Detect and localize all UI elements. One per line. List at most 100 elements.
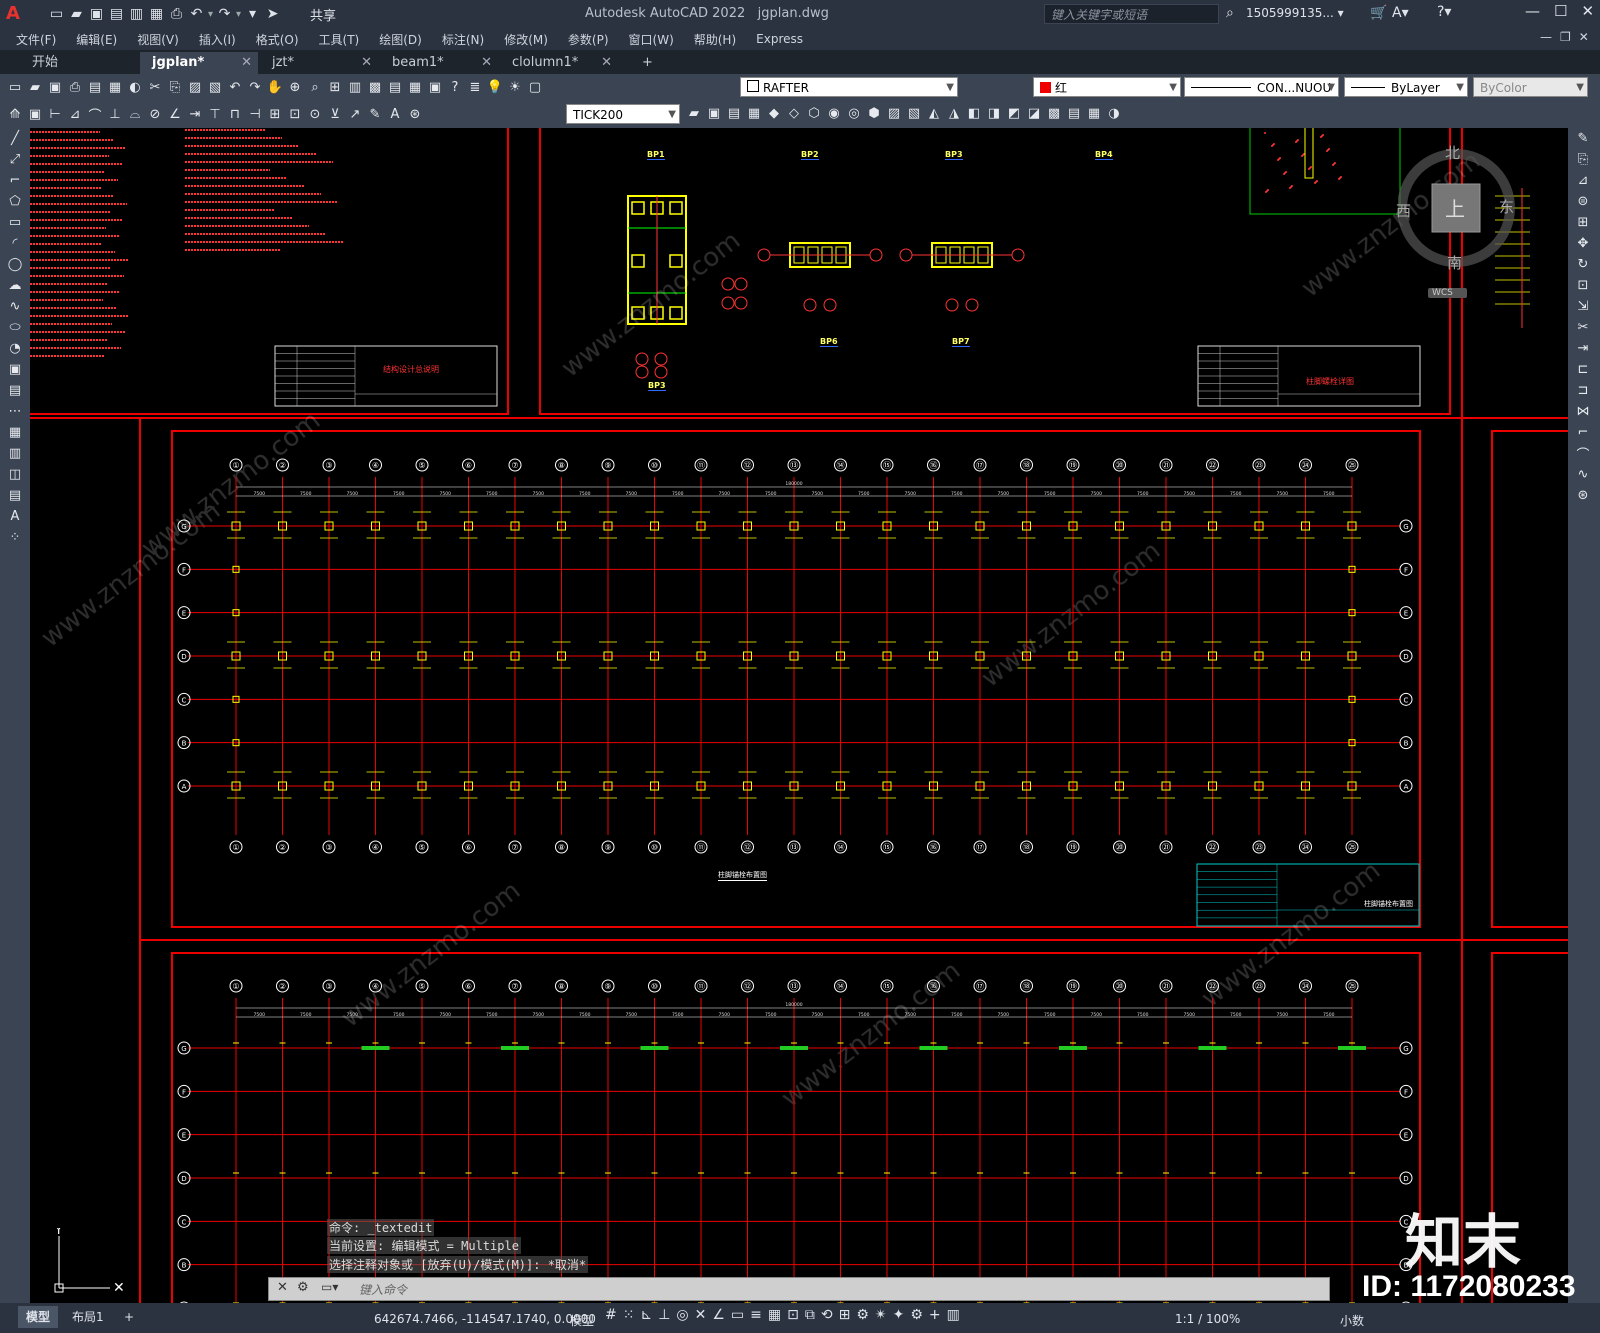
undo-icon[interactable]: ↶ (226, 79, 244, 97)
close-icon[interactable]: ✕ (361, 52, 372, 74)
menu-format[interactable]: 格式(O) (246, 31, 309, 48)
3d-wedge-icon[interactable]: ◇ (785, 104, 803, 122)
command-input[interactable]: ✕ ⚙ ▭▾ 键入命令 (268, 1277, 1330, 1301)
tab-start[interactable]: 开始 (20, 52, 140, 74)
loft-icon[interactable]: ◮ (945, 104, 963, 122)
publish-icon[interactable]: ▦ (106, 79, 124, 97)
viewcube-east[interactable]: 东 (1499, 196, 1514, 217)
fillet-icon[interactable]: ⌒ (1568, 443, 1598, 464)
center-mark-icon[interactable]: ⊙ (306, 106, 324, 124)
layer-lock-icon[interactable]: ▢ (526, 79, 544, 97)
gizmo-icon[interactable]: ⚙ (856, 1307, 869, 1323)
viewcube[interactable]: 北 南 东 西 上 WCS (1396, 144, 1538, 298)
new-tab-button[interactable]: + (630, 52, 660, 74)
print-icon[interactable]: ⎙ (168, 6, 185, 23)
line-icon[interactable]: ╱ (0, 128, 30, 149)
menu-draw[interactable]: 绘图(D) (369, 31, 432, 48)
doc-restore-icon[interactable]: ❐ (1560, 30, 1571, 44)
snap-icon[interactable]: ⁙ (623, 1307, 635, 1323)
annotation-monitor-icon[interactable]: + (929, 1307, 941, 1323)
angular-dim-icon[interactable]: ∠ (166, 106, 184, 124)
add-layout-button[interactable]: + (116, 1306, 142, 1328)
redo-icon[interactable]: ↷ (216, 6, 233, 23)
save-icon[interactable]: ▣ (88, 6, 105, 23)
mtext-icon[interactable]: A (0, 506, 30, 527)
break-dim-icon[interactable]: ⊞ (266, 106, 284, 124)
wrench-icon[interactable]: ⚙ (297, 1280, 309, 1295)
offset-icon[interactable]: ⊜ (1568, 191, 1598, 212)
new-file-icon[interactable]: ▭ (48, 6, 65, 23)
quick-dim-icon[interactable]: ⇥ (186, 106, 204, 124)
autodesk-app-icon[interactable]: A▾ (1392, 5, 1409, 21)
command-prompt-icon[interactable]: ▭▾ (321, 1280, 338, 1294)
lineweight-icon[interactable]: ≡ (750, 1307, 762, 1323)
linear-dim-icon[interactable]: ⊢ (46, 106, 64, 124)
model-space-toggle[interactable]: 模型 (570, 1312, 594, 1329)
cut-icon[interactable]: ✂ (146, 79, 164, 97)
gradient-icon[interactable]: ▥ (0, 443, 30, 464)
zoom-icon[interactable]: ⊕ (286, 79, 304, 97)
otrack-icon[interactable]: ∠ (712, 1307, 725, 1323)
tab-jgplan[interactable]: jgplan* ✕ (140, 52, 258, 74)
layer-on-icon[interactable]: 💡 (486, 79, 504, 97)
menu-view[interactable]: 视图(V) (127, 31, 189, 48)
viewcube-north[interactable]: 北 (1445, 142, 1460, 163)
save-as-icon[interactable]: ▤ (108, 6, 125, 23)
hatch-icon[interactable]: ▦ (0, 422, 30, 443)
dim-update-icon[interactable]: ⊛ (406, 106, 424, 124)
revolve-icon[interactable]: ▧ (905, 104, 923, 122)
grid-icon[interactable]: # (605, 1307, 617, 1323)
extrude-icon[interactable]: ▨ (885, 104, 903, 122)
break-icon[interactable]: ⊐ (1568, 380, 1598, 401)
close-icon[interactable]: ✕ (1581, 2, 1594, 20)
layout-tab[interactable]: 布局1 (64, 1306, 112, 1328)
help-icon[interactable]: ?▾ (1437, 4, 1451, 20)
share-icon[interactable]: ➤ (264, 6, 281, 23)
coordinates-readout[interactable]: 642674.7466, -114547.1740, 0.0000 (374, 1312, 596, 1326)
layer-properties-icon[interactable]: ≣ (466, 79, 484, 97)
table-icon[interactable]: ▤ (0, 485, 30, 506)
model-tab[interactable]: 模型 (18, 1306, 59, 1328)
search-input[interactable]: 键入关键字或短语 (1044, 4, 1219, 24)
customize-icon[interactable]: ▾ (244, 6, 261, 23)
make-block-icon[interactable]: ▤ (0, 380, 30, 401)
ortho-icon[interactable]: ⊥ (658, 1307, 670, 1323)
menu-insert[interactable]: 插入(I) (189, 31, 246, 48)
move-icon[interactable]: ✥ (1568, 233, 1598, 254)
materials-icon[interactable]: ◑ (1105, 104, 1123, 122)
close-icon[interactable]: ✕ (601, 52, 612, 74)
share-button[interactable]: 共享 (310, 5, 336, 24)
tab-beam1[interactable]: beam1* ✕ (380, 52, 498, 74)
doc-minimize-icon[interactable]: — (1540, 30, 1552, 44)
menu-parametric[interactable]: 参数(P) (558, 31, 619, 48)
close-icon[interactable]: ✕ (241, 52, 252, 74)
3d-osnap-icon[interactable]: ⧉ (805, 1307, 815, 1323)
drawing-area[interactable]: www.znzmo.com www.znzmo.com www.znzmo.com w… (30, 128, 1568, 1303)
osnap-icon[interactable]: ✕ (695, 1307, 707, 1323)
3d-cylinder-icon[interactable]: ◎ (845, 104, 863, 122)
shade-icon[interactable]: ▩ (1045, 104, 1063, 122)
3d-sphere-icon[interactable]: ◉ (825, 104, 843, 122)
match-properties-icon[interactable]: ▧ (206, 79, 224, 97)
close-icon[interactable]: ✕ (481, 52, 492, 74)
zoom-window-icon[interactable]: ⌕ (306, 79, 324, 97)
rectangle-icon[interactable]: ▭ (0, 212, 30, 233)
inspect-icon[interactable]: ⊻ (326, 106, 344, 124)
block-icon[interactable]: ▰ (685, 104, 703, 122)
help-icon[interactable]: ? (446, 79, 464, 97)
array-icon[interactable]: ⊞ (1568, 212, 1598, 233)
properties-icon[interactable]: ▥ (346, 79, 364, 97)
slice-icon[interactable]: ◪ (1025, 104, 1043, 122)
intersect-icon[interactable]: ◩ (1005, 104, 1023, 122)
point-icon[interactable]: ⋯ (0, 401, 30, 422)
annotation-scale[interactable]: 1:1 / 100% (1175, 1312, 1240, 1326)
print-preview-icon[interactable]: ▦ (148, 6, 165, 23)
baseline-dim-icon[interactable]: ⊤ (206, 106, 224, 124)
scale-icon[interactable]: ⊡ (1568, 275, 1598, 296)
units-indicator[interactable]: 小数 (1340, 1312, 1364, 1329)
minimize-icon[interactable]: — (1525, 2, 1540, 20)
workspace-icon[interactable]: ⚙ (910, 1307, 923, 1323)
tool-palettes-icon[interactable]: ▤ (386, 79, 404, 97)
copy-icon[interactable]: ⎘ (166, 79, 184, 97)
tolerance-icon[interactable]: ⊡ (286, 106, 304, 124)
